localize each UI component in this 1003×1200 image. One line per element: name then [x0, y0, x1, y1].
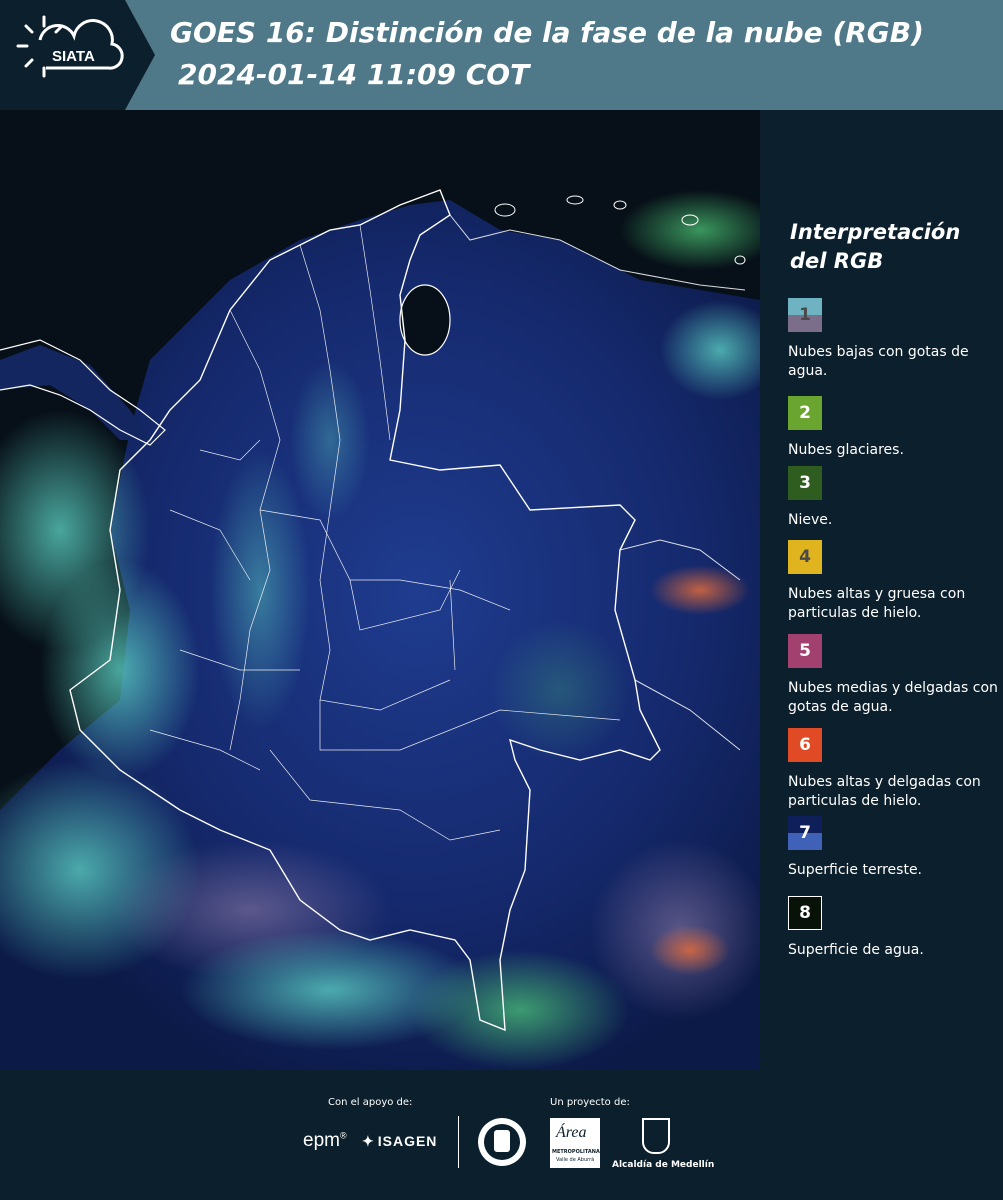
legend-number: 8: [799, 903, 811, 923]
epm-logo-text: epm: [303, 1130, 340, 1151]
alcaldia-medellin-logo: Alcaldía de Medellín: [612, 1118, 714, 1178]
legend-number: 4: [799, 547, 811, 567]
area-logo-subtitle: METROPOLITANA: [552, 1149, 600, 1155]
timestamp: 2024-01-14 11:09 COT: [178, 58, 530, 91]
support-label: Con el apoyo de:: [328, 1097, 413, 1108]
isagen-logo-text: ISAGEN: [377, 1133, 438, 1149]
legend-label: Nubes bajas con gotas de agua.: [788, 344, 969, 379]
legend-number: 5: [799, 641, 811, 661]
legend-label: Nieve.: [788, 512, 833, 528]
footer: Con el apoyo de: Un proyecto de: epm® ✦ I…: [0, 1070, 1003, 1200]
project-label: Un proyecto de:: [550, 1097, 630, 1108]
legend-number: 1: [799, 305, 811, 325]
legend-label: Nubes altas y gruesa con particulas de h…: [788, 586, 966, 621]
footer-divider: [458, 1116, 459, 1168]
university-seal-icon: [478, 1118, 526, 1166]
legend-label: Superficie terreste.: [788, 862, 923, 878]
alcaldia-text: Alcaldía de Medellín: [612, 1160, 715, 1170]
legend-number: 2: [799, 403, 811, 423]
legend-number: 7: [799, 823, 811, 843]
legend-panel: Interpretación del RGB 1 Nubes bajas con …: [760, 110, 1003, 1070]
legend-title-line1: Interpretación: [790, 220, 961, 244]
legend-title: Interpretación del RGB: [790, 218, 990, 276]
legend-label: Nubes altas y delgadas con particulas de…: [788, 774, 981, 809]
satellite-map: [0, 110, 760, 1070]
siata-logo: SIATA: [0, 0, 155, 110]
area-logo-title: Área: [556, 1124, 587, 1141]
coat-of-arms-icon: [642, 1118, 670, 1154]
legend-title-line2: del RGB: [790, 249, 884, 273]
legend-label: Superficie de agua.: [788, 942, 924, 958]
legend-number: 3: [799, 473, 811, 493]
area-logo-subtitle2: Valle de Aburrá: [556, 1157, 595, 1163]
header-bar: SIATA GOES 16: Distinción de la fase de …: [0, 0, 1003, 110]
page-title: GOES 16: Distinción de la fase de la nub…: [170, 16, 924, 49]
legend-label: Nubes medias y delgadas con gotas de agu…: [788, 680, 998, 715]
isagen-logo: ✦ ISAGEN: [362, 1133, 438, 1149]
svg-text:SIATA: SIATA: [52, 48, 95, 65]
legend-label: Nubes glaciares.: [788, 442, 904, 458]
epm-logo: epm®: [303, 1130, 347, 1151]
legend-number: 6: [799, 735, 811, 755]
area-metropolitana-logo: Área METROPOLITANA Valle de Aburrá: [550, 1118, 600, 1168]
